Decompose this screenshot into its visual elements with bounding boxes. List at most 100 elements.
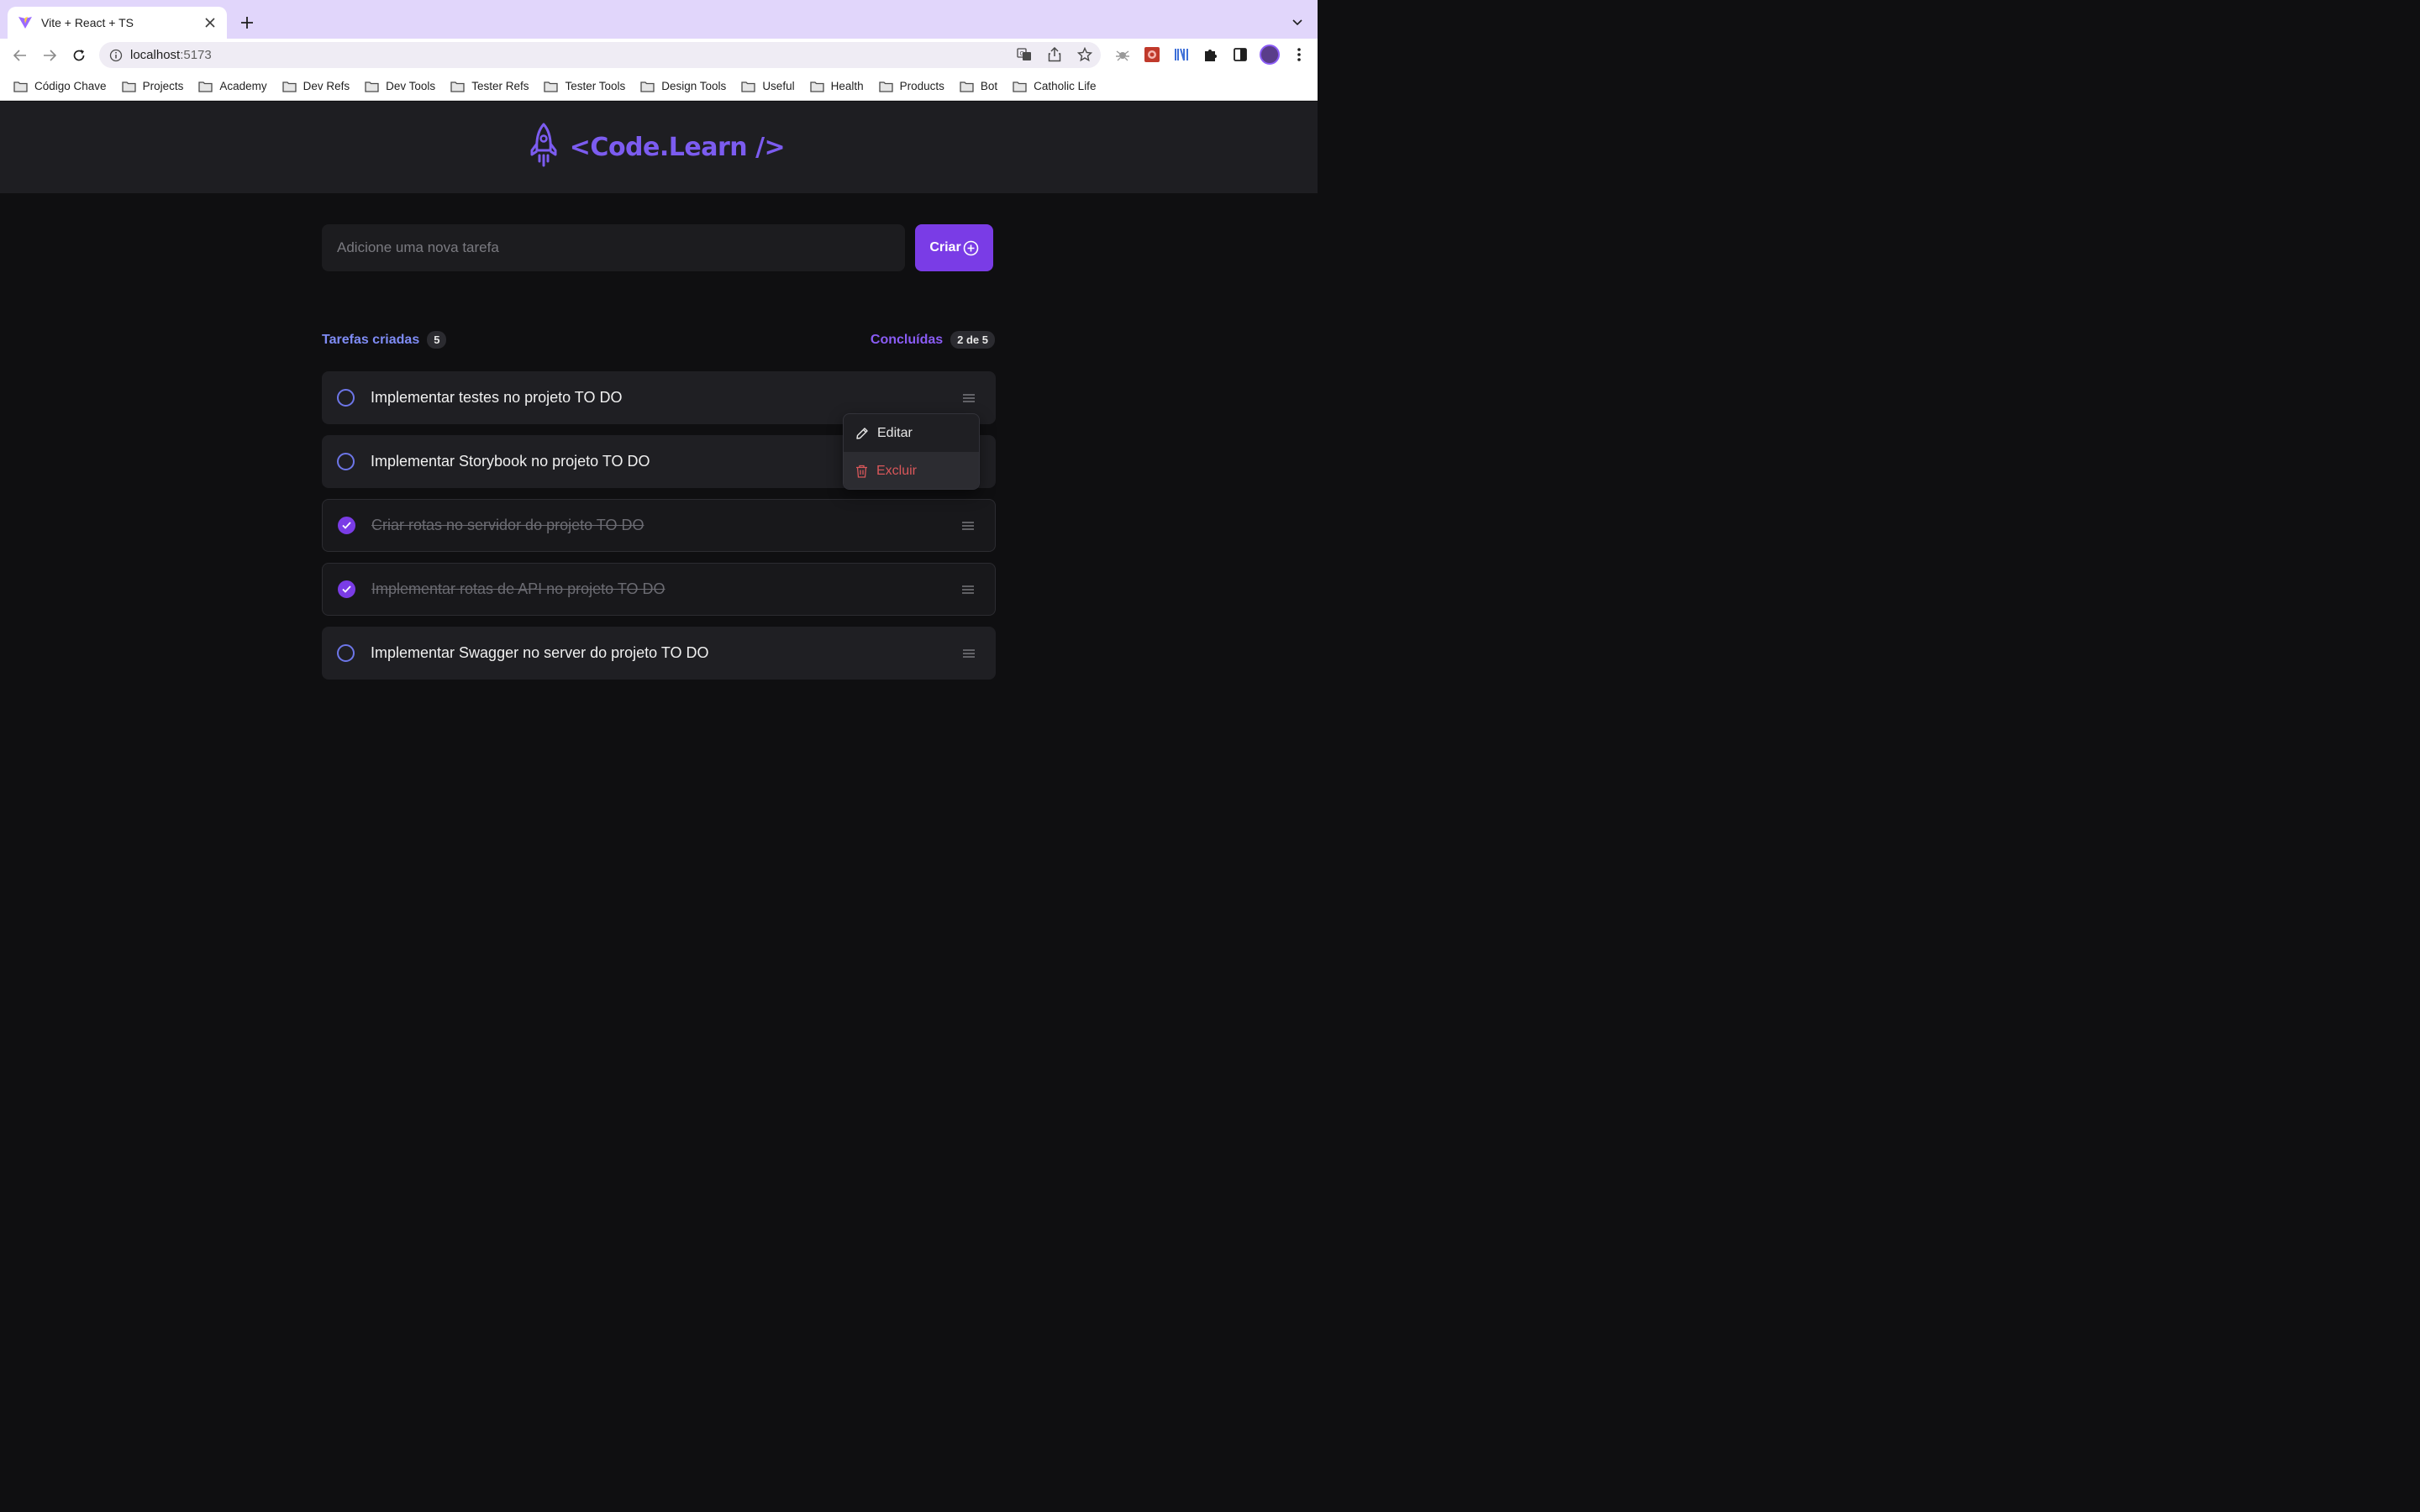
folder-icon — [365, 81, 386, 92]
folder-icon — [198, 81, 219, 92]
bookmark-label: Tester Tools — [565, 80, 626, 92]
puzzle-icon[interactable] — [1201, 45, 1221, 65]
star-icon[interactable] — [1076, 45, 1094, 64]
new-tab-plus-icon[interactable] — [236, 12, 258, 34]
create-label: Criar — [929, 240, 961, 255]
bookmark-item[interactable]: Useful — [741, 80, 795, 92]
avatar[interactable] — [1260, 45, 1280, 65]
address-bar[interactable]: localhost:5173 G — [99, 42, 1101, 68]
bookmark-item[interactable]: Tester Refs — [450, 80, 529, 92]
task-text: Implementar Storybook no projeto TO DO — [371, 453, 650, 470]
browser-tab[interactable]: Vite + React + TS — [8, 7, 227, 39]
bookmark-item[interactable]: Dev Tools — [365, 80, 435, 92]
bookmark-item[interactable]: Código Chave — [13, 80, 107, 92]
check-icon — [342, 585, 351, 593]
browser-toolbar: localhost:5173 G — [0, 39, 1318, 72]
back-arrow-icon[interactable] — [9, 45, 31, 66]
tab-title: Vite + React + TS — [41, 16, 134, 29]
bookmark-item[interactable]: Products — [878, 80, 944, 92]
menu-icon[interactable] — [962, 647, 976, 660]
rocket-icon — [529, 123, 558, 172]
bookmark-item[interactable]: Bot — [960, 80, 997, 92]
reload-icon[interactable] — [68, 45, 90, 66]
extension-bug-icon[interactable] — [1113, 45, 1133, 65]
completed-count-badge: 2 de 5 — [950, 331, 995, 349]
delete-label: Excluir — [876, 463, 918, 478]
created-tasks-label: Tarefas criadas — [322, 332, 420, 347]
side-panel-icon[interactable] — [1230, 45, 1250, 65]
extension-blue-icon[interactable] — [1171, 45, 1192, 65]
folder-icon — [544, 81, 565, 92]
bookmark-label: Products — [899, 80, 944, 92]
more-vert-icon[interactable] — [1289, 45, 1309, 65]
bookmark-label: Dev Tools — [386, 80, 436, 92]
svg-text:G: G — [1020, 51, 1024, 57]
translate-icon[interactable]: G — [1015, 45, 1034, 64]
task-item: Implementar rotas de API no projeto TO D… — [322, 563, 996, 616]
bookmark-label: Tester Refs — [471, 80, 529, 92]
folder-icon — [13, 81, 34, 92]
edit-label: Editar — [877, 425, 913, 440]
bookmark-label: Dev Refs — [302, 80, 350, 92]
menu-icon[interactable] — [962, 391, 976, 405]
bookmark-label: Bot — [980, 80, 998, 92]
bookmark-label: Useful — [762, 80, 795, 92]
bookmark-item[interactable]: Health — [809, 80, 864, 92]
pencil-icon — [855, 427, 869, 440]
folder-icon — [281, 81, 303, 92]
url-port: :5173 — [180, 48, 212, 62]
share-icon[interactable] — [1045, 45, 1064, 64]
menu-icon[interactable] — [961, 583, 975, 596]
brand-title: <Code.Learn /> — [569, 133, 786, 162]
task-checkbox[interactable] — [337, 453, 355, 470]
task-text: Implementar testes no projeto TO DO — [371, 389, 623, 406]
folder-icon — [878, 81, 900, 92]
new-task-input[interactable] — [322, 224, 905, 271]
extension-red-icon[interactable] — [1142, 45, 1162, 65]
check-icon — [342, 522, 351, 529]
folder-icon — [960, 81, 981, 92]
task-checkbox[interactable] — [338, 517, 355, 534]
task-checkbox[interactable] — [338, 580, 355, 598]
task-checkbox[interactable] — [337, 389, 355, 407]
bookmark-item[interactable]: Academy — [198, 80, 267, 92]
trash-icon — [855, 465, 868, 478]
vite-favicon-icon — [18, 15, 33, 30]
folder-icon — [121, 81, 143, 92]
browser-tab-strip: Vite + React + TS — [0, 0, 1318, 39]
forward-arrow-icon[interactable] — [39, 45, 60, 66]
created-tasks-counter: Tarefas criadas 5 — [322, 331, 447, 349]
bookmark-item[interactable]: Projects — [121, 80, 184, 92]
task-text: Criar rotas no servidor do projeto TO DO — [371, 517, 644, 533]
bookmark-label: Design Tools — [661, 80, 727, 92]
app-header: <Code.Learn /> — [0, 102, 1318, 193]
created-count-badge: 5 — [427, 331, 447, 349]
bookmarks-bar: Código Chave Projects Academy Dev Refs Dev T… — [0, 72, 1318, 101]
bookmark-item[interactable]: Catholic Life — [1013, 80, 1096, 92]
completed-tasks-label: Concluídas — [870, 332, 944, 347]
folder-icon — [640, 81, 661, 92]
plus-circle-icon — [963, 240, 979, 256]
task-text: Implementar rotas de API no projeto TO D… — [371, 580, 666, 597]
chevron-down-icon[interactable] — [1288, 13, 1307, 32]
bookmark-item[interactable]: Design Tools — [640, 80, 726, 92]
completed-tasks-counter: Concluídas 2 de 5 — [871, 331, 995, 349]
task-context-menu: Editar Excluir — [843, 413, 980, 490]
bookmark-item[interactable]: Tester Tools — [544, 80, 625, 92]
task-item: Implementar Swagger no server do projeto… — [322, 627, 996, 680]
task-text: Implementar Swagger no server do projeto… — [371, 644, 709, 661]
bookmark-label: Projects — [142, 80, 184, 92]
info-icon[interactable] — [109, 49, 123, 62]
menu-icon[interactable] — [961, 519, 975, 533]
bookmark-item[interactable]: Dev Refs — [281, 80, 350, 92]
bookmark-label: Catholic Life — [1034, 80, 1097, 92]
brand-logo: <Code.Learn /> — [529, 123, 786, 172]
close-icon[interactable] — [202, 14, 218, 31]
task-checkbox[interactable] — [337, 644, 355, 662]
task-item: Criar rotas no servidor do projeto TO DO — [322, 499, 996, 552]
bookmark-label: Código Chave — [34, 80, 107, 92]
bookmark-label: Academy — [219, 80, 267, 92]
create-task-button[interactable]: Criar — [915, 224, 993, 271]
edit-menu-item[interactable]: Editar — [844, 414, 979, 452]
delete-menu-item[interactable]: Excluir — [844, 452, 979, 489]
